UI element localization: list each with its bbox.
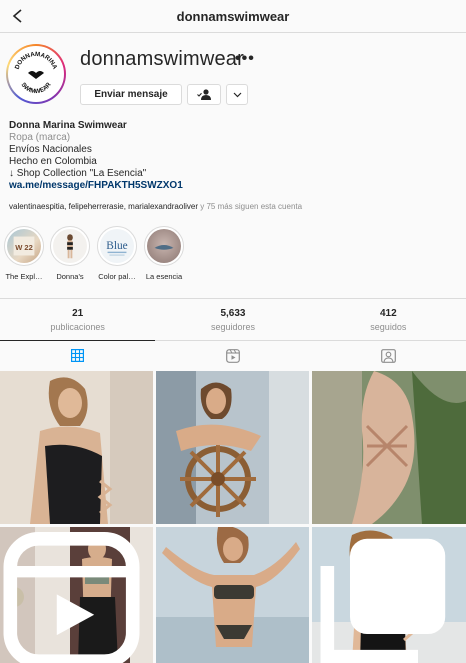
highlight-label: La esencia [145, 272, 183, 281]
followed-by-rest: y 75 más siguen esta cuenta [198, 202, 303, 211]
avatar-logo: DONNAMARINA SWIMWEAR [8, 46, 64, 102]
reels-icon [226, 348, 240, 363]
stat-followers[interactable]: 5,633 seguidores [155, 299, 310, 340]
bio-name: Donna Marina Swimwear [9, 120, 127, 131]
page-title: donnamswimwear [176, 8, 290, 24]
post-thumbnail[interactable] [0, 371, 153, 524]
highlight-label: Donna's [56, 272, 84, 281]
highlight-item[interactable]: W 22 The Expl… [0, 226, 48, 281]
stat-label: seguidores [210, 322, 255, 332]
followed-by-text[interactable]: valentinaespitia, felipeherrerasie, mari… [9, 202, 302, 211]
stat-label: seguidos [370, 322, 407, 332]
post-thumbnail[interactable] [156, 527, 309, 663]
top-bar: donnamswimwear [0, 0, 466, 33]
tagged-icon [380, 348, 396, 363]
profile-tabs [0, 340, 466, 370]
highlight-icon-text: W 22 [15, 243, 33, 252]
carousel-badge-icon [320, 538, 446, 663]
back-button[interactable] [6, 4, 30, 28]
svg-text:SWIMWEAR: SWIMWEAR [19, 81, 52, 95]
suggestions-dropdown-button[interactable] [226, 84, 248, 105]
profile-username: donnamswimwear [80, 48, 244, 70]
reel-badge-icon [3, 532, 140, 663]
highlight-item[interactable]: La esencia [140, 226, 188, 281]
chevron-left-icon [12, 9, 22, 23]
post-thumbnail[interactable] [312, 527, 466, 663]
avatar-logo-bottom-text: SWIMWEAR [19, 81, 52, 95]
bio-line-2: Hecho en Colombia [9, 156, 97, 167]
tab-reels[interactable] [155, 341, 310, 370]
highlight-item[interactable]: Blue Color pal… [93, 226, 141, 281]
send-message-button[interactable]: Enviar mensaje [80, 84, 182, 105]
bio-line-3: ↓ Shop Collection "La Esencia" [9, 168, 147, 179]
highlight-icon-text: Blue [106, 240, 127, 252]
highlight-label: Color pal… [98, 272, 136, 281]
tab-posts[interactable] [0, 340, 156, 370]
bio-category: Ropa (marca) [9, 132, 71, 143]
bio-line-1: Envíos Nacionales [9, 144, 92, 155]
more-options-button[interactable]: ••• [235, 50, 255, 68]
grid-icon [71, 349, 85, 362]
stat-value: 5,633 [220, 308, 246, 319]
user-check-icon [196, 89, 211, 100]
story-highlights: W 22 The Expl… Donna's Blue Color pal… L… [0, 226, 466, 286]
bio-link[interactable]: wa.me/message/FHPAKTH5SWZXO1 [9, 180, 449, 192]
stat-label: publicaciones [50, 322, 105, 332]
posts-grid [0, 371, 466, 663]
avatar-logo-top-text: DONNAMARINA [14, 51, 59, 71]
post-thumbnail[interactable] [312, 371, 466, 524]
post-thumbnail[interactable] [156, 371, 309, 524]
svg-text:DONNAMARINA: DONNAMARINA [14, 51, 59, 71]
stat-posts[interactable]: 21 publicaciones [0, 299, 155, 340]
stat-value: 412 [379, 308, 397, 319]
highlight-item[interactable]: Donna's [46, 226, 94, 281]
tab-tagged[interactable] [311, 341, 466, 370]
profile-avatar[interactable]: DONNAMARINA SWIMWEAR [6, 44, 66, 104]
chevron-down-icon [233, 92, 241, 97]
stat-value: 21 [72, 308, 84, 319]
post-thumbnail[interactable] [0, 527, 153, 663]
stat-following[interactable]: 412 seguidos [311, 299, 466, 340]
highlight-label: The Expl… [5, 272, 43, 281]
followed-by-names: valentinaespitia, felipeherrerasie, mari… [9, 202, 198, 211]
following-button[interactable] [187, 84, 221, 105]
profile-stats: 21 publicaciones 5,633 seguidores 412 se… [0, 298, 466, 340]
profile-bio: Donna Marina Swimwear Ropa (marca) Envío… [9, 120, 449, 192]
